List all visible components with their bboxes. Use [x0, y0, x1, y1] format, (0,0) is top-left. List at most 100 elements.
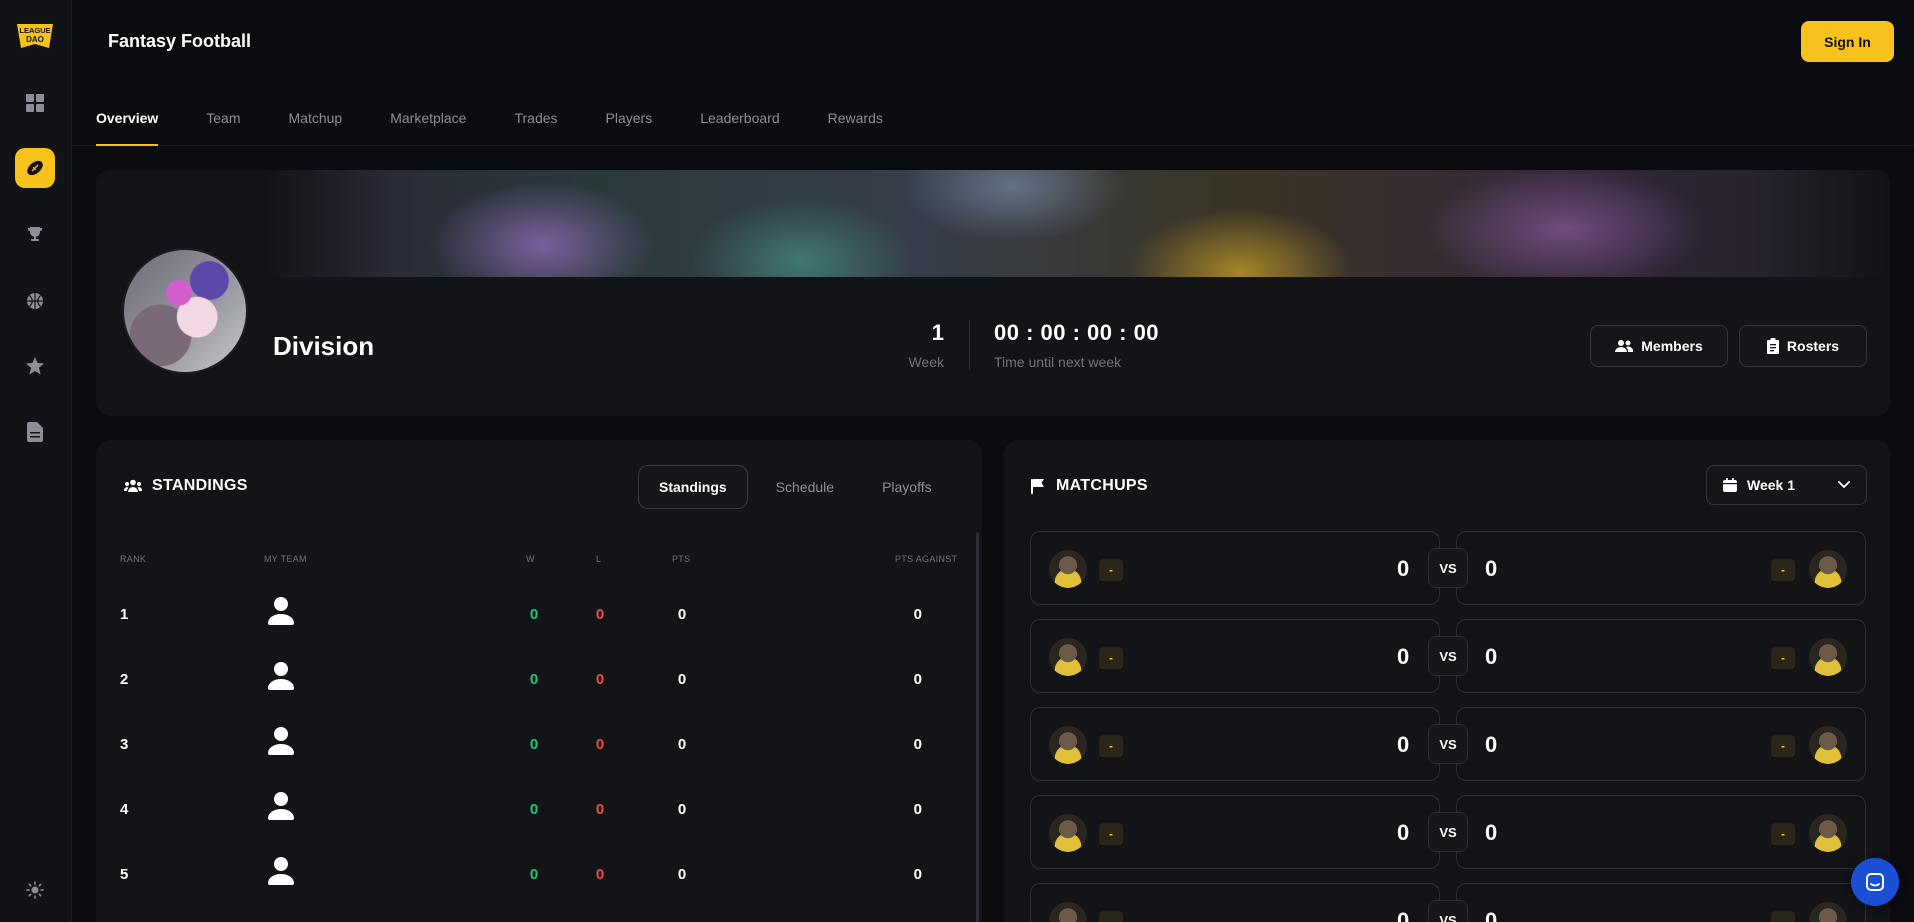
- rank-cell: 4: [120, 801, 129, 818]
- home-team-box[interactable]: - 0: [1030, 707, 1440, 781]
- team-tag: -: [1099, 735, 1123, 757]
- home-score: 0: [1397, 908, 1410, 922]
- standings-scrollbar[interactable]: [976, 532, 979, 922]
- svg-text:LEAGUE: LEAGUE: [19, 26, 50, 35]
- home-team-box[interactable]: - 0: [1030, 795, 1440, 869]
- tab-matchup[interactable]: Matchup: [289, 106, 343, 146]
- rank-cell: 5: [120, 866, 129, 883]
- team-tag: -: [1099, 647, 1123, 669]
- tab-rewards[interactable]: Rewards: [828, 106, 883, 146]
- table-row[interactable]: 4 0 0 0 0: [96, 780, 976, 845]
- losses-cell: 0: [595, 801, 605, 818]
- sign-in-button[interactable]: Sign In: [1801, 21, 1894, 62]
- week-label: Week: [908, 354, 944, 370]
- members-label: Members: [1641, 338, 1703, 354]
- matchup-row[interactable]: - 0 VS 0 -: [1030, 707, 1866, 781]
- wins-cell: 0: [529, 606, 539, 623]
- matchup-row[interactable]: - 0 VS 0 -: [1030, 883, 1866, 922]
- away-team-box[interactable]: 0 -: [1456, 707, 1866, 781]
- week-number: 1: [931, 320, 944, 345]
- away-team-box[interactable]: 0 -: [1456, 883, 1866, 922]
- home-team-box[interactable]: - 0: [1030, 883, 1440, 922]
- home-team-box[interactable]: - 0: [1030, 619, 1440, 693]
- away-score: 0: [1485, 820, 1498, 845]
- sidebar-item-favorites[interactable]: [15, 346, 55, 386]
- nav-tabs: Overview Team Matchup Marketplace Trades…: [96, 106, 931, 146]
- table-row[interactable]: 5 0 0 0 0: [96, 845, 976, 910]
- home-score: 0: [1397, 732, 1410, 757]
- app-title: Fantasy Football: [108, 31, 252, 51]
- team-avatar: [1049, 550, 1087, 588]
- theme-toggle[interactable]: [15, 870, 55, 910]
- tab-trades[interactable]: Trades: [514, 106, 557, 146]
- sidebar-item-football[interactable]: [15, 148, 55, 188]
- vs-badge: VS: [1428, 548, 1468, 588]
- sidebar-item-documents[interactable]: [15, 412, 55, 452]
- away-team-box[interactable]: 0 -: [1456, 795, 1866, 869]
- matchups-header: MATCHUPS: [1030, 477, 1148, 495]
- team-avatar: [1049, 902, 1087, 922]
- rosters-button[interactable]: Rosters: [1739, 325, 1867, 367]
- home-team-box[interactable]: - 0: [1030, 531, 1440, 605]
- table-row[interactable]: 1 0 0 0 0: [96, 585, 976, 650]
- user-icon: [267, 660, 295, 697]
- column-header-l: L: [596, 554, 602, 564]
- sidebar-item-trophy[interactable]: [15, 214, 55, 254]
- sidebar-item-basketball[interactable]: [15, 281, 55, 321]
- rank-cell: 3: [120, 736, 129, 753]
- table-row[interactable]: 3 0 0 0 0: [96, 715, 976, 780]
- points-against-cell: 0: [913, 606, 922, 623]
- away-team-box[interactable]: 0 -: [1456, 531, 1866, 605]
- away-score: 0: [1485, 908, 1498, 922]
- tab-marketplace[interactable]: Marketplace: [390, 106, 466, 146]
- tab-players[interactable]: Players: [606, 106, 653, 146]
- team-tag: -: [1771, 559, 1795, 581]
- user-icon: [267, 595, 295, 632]
- grid-icon: [26, 94, 44, 112]
- points-cell: 0: [677, 606, 687, 623]
- team-avatar: [1809, 902, 1847, 922]
- matchup-row[interactable]: - 0 VS 0 -: [1030, 619, 1866, 693]
- league-dao-logo[interactable]: LEAGUE DAO: [14, 18, 56, 52]
- losses-cell: 0: [595, 866, 605, 883]
- team-avatar: [1049, 814, 1087, 852]
- vs-badge: VS: [1428, 900, 1468, 922]
- losses-cell: 0: [595, 671, 605, 688]
- segment-playoffs[interactable]: Playoffs: [862, 465, 952, 509]
- points-against-cell: 0: [913, 801, 922, 818]
- tab-team[interactable]: Team: [206, 106, 240, 146]
- wins-cell: 0: [529, 801, 539, 818]
- division-hero-card: Division 1 Week 00 : 00 : 00 : 00 Time u…: [96, 170, 1890, 416]
- countdown-timer: 00 : 00 : 00 : 00: [994, 320, 1160, 345]
- column-header-team: MY TEAM: [264, 554, 307, 564]
- week-select-dropdown[interactable]: Week 1: [1706, 465, 1867, 505]
- points-cell: 0: [677, 736, 687, 753]
- matchup-row[interactable]: - 0 VS 0 -: [1030, 531, 1866, 605]
- team-tag: -: [1099, 559, 1123, 581]
- column-header-pts-against: PTS AGAINST: [895, 554, 958, 564]
- segment-schedule[interactable]: Schedule: [756, 465, 854, 509]
- matchup-row[interactable]: - 0 VS 0 -: [1030, 795, 1866, 869]
- wins-cell: 0: [529, 866, 539, 883]
- tab-overview[interactable]: Overview: [96, 106, 159, 146]
- rosters-label: Rosters: [1786, 338, 1840, 354]
- basketball-icon: [27, 293, 43, 309]
- chevron-down-icon: [1838, 481, 1850, 489]
- members-button[interactable]: Members: [1590, 325, 1728, 367]
- team-tag: -: [1771, 823, 1795, 845]
- standings-segmented-control: Standings Schedule Playoffs: [638, 465, 960, 509]
- chat-support-button[interactable]: [1851, 858, 1899, 906]
- clipboard-icon: [1766, 338, 1779, 354]
- home-score: 0: [1397, 820, 1410, 845]
- matchups-title: MATCHUPS: [1056, 477, 1148, 494]
- team-tag: -: [1099, 823, 1123, 845]
- points-against-cell: 0: [913, 671, 922, 688]
- sidebar-item-dashboard[interactable]: [15, 83, 55, 123]
- tab-leaderboard[interactable]: Leaderboard: [700, 106, 779, 146]
- away-score: 0: [1485, 732, 1498, 757]
- table-row[interactable]: 2 0 0 0 0: [96, 650, 976, 715]
- away-team-box[interactable]: 0 -: [1456, 619, 1866, 693]
- football-icon: [27, 160, 43, 176]
- points-cell: 0: [677, 671, 687, 688]
- segment-standings[interactable]: Standings: [638, 465, 748, 509]
